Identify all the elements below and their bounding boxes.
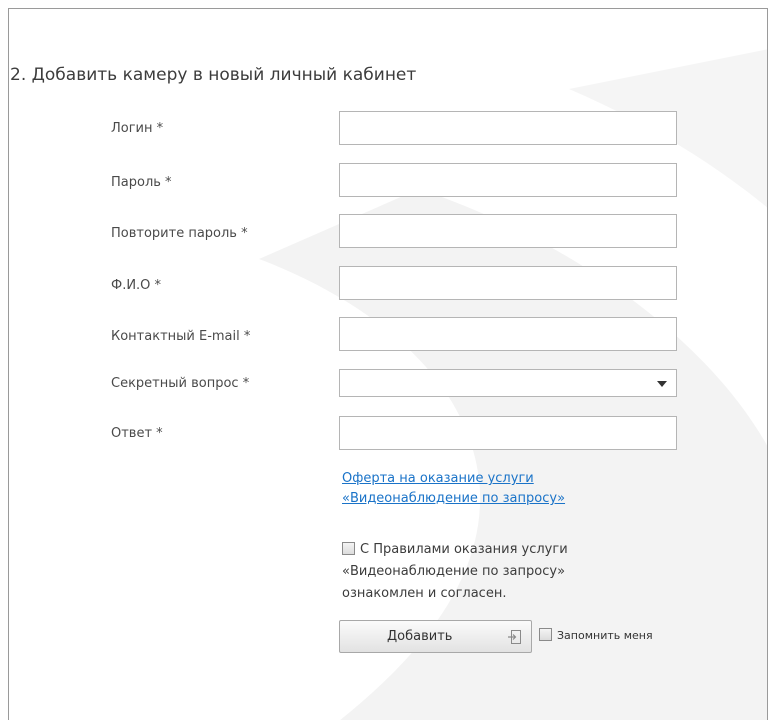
- full-name-label: Ф.И.О *: [111, 278, 162, 293]
- remember-checkbox[interactable]: [539, 628, 552, 641]
- full-name-input[interactable]: [339, 266, 677, 300]
- offer-link-line1[interactable]: Оферта на оказание услуги: [342, 469, 565, 489]
- email-input[interactable]: [339, 317, 677, 351]
- form-panel: 2. Добавить камеру в новый личный кабине…: [8, 8, 768, 720]
- repeat-password-input[interactable]: [339, 214, 677, 248]
- offer-link-line2[interactable]: «Видеонаблюдение по запросу»: [342, 489, 565, 509]
- secret-question-label: Секретный вопрос *: [111, 376, 250, 391]
- login-input[interactable]: [339, 111, 677, 145]
- password-label: Пароль *: [111, 175, 172, 190]
- repeat-password-label: Повторите пароль *: [111, 226, 248, 241]
- sign-in-icon: [508, 630, 521, 644]
- remember-me[interactable]: Запомнить меня: [539, 628, 653, 642]
- answer-input[interactable]: [339, 416, 677, 450]
- add-button-label: Добавить: [387, 629, 453, 644]
- agreement-line1: С Правилами оказания услуги: [360, 542, 568, 557]
- agreement-line3: ознакомлен и согласен.: [342, 586, 507, 601]
- remember-label: Запомнить меня: [557, 629, 653, 642]
- answer-label: Ответ *: [111, 426, 163, 441]
- password-input[interactable]: [339, 163, 677, 197]
- agreement-block: С Правилами оказания услуги «Видеонаблюд…: [342, 539, 568, 605]
- email-label: Контактный E-mail *: [111, 329, 251, 344]
- login-label: Логин *: [111, 121, 164, 136]
- section-title: 2. Добавить камеру в новый личный кабине…: [10, 65, 417, 85]
- chevron-down-icon: [657, 381, 667, 387]
- offer-link[interactable]: Оферта на оказание услуги «Видеонаблюден…: [342, 469, 565, 509]
- secret-question-select[interactable]: [339, 369, 677, 397]
- agreement-checkbox[interactable]: [342, 542, 355, 555]
- agreement-line2: «Видеонаблюдение по запросу»: [342, 564, 566, 579]
- add-button[interactable]: Добавить: [339, 620, 532, 653]
